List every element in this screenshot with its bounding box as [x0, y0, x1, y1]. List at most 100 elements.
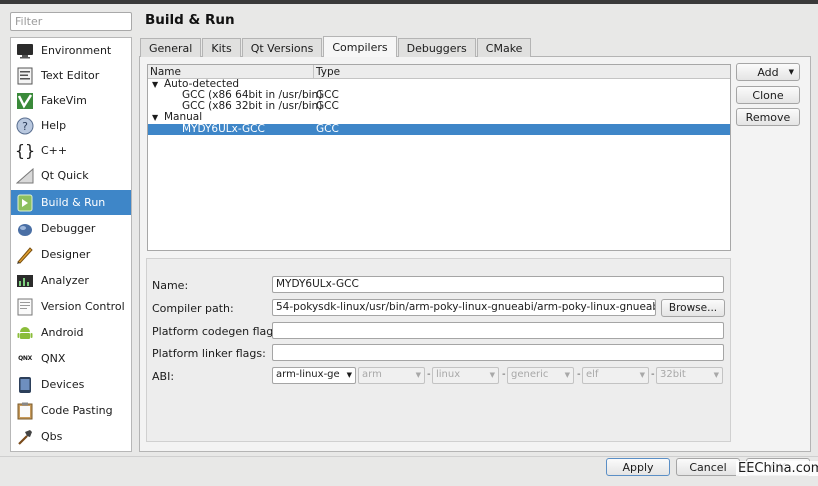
sidebar-item-designer[interactable]: Designer: [11, 242, 131, 267]
android-icon: [15, 323, 35, 343]
abi-separator: -: [577, 369, 581, 380]
sidebar-item-version-control[interactable]: Version Control: [11, 294, 131, 319]
sidebar-item-label: Code Pasting: [41, 404, 113, 417]
column-header-type[interactable]: Type: [316, 66, 340, 78]
collapse-arrow-icon[interactable]: ▼: [152, 112, 164, 123]
abi-os-select[interactable]: linux ▼: [432, 367, 499, 384]
tab-qt-versions[interactable]: Qt Versions: [241, 38, 323, 57]
abi-os-value: linux: [436, 369, 461, 380]
sidebar-item-cpp[interactable]: {} C++: [11, 138, 131, 163]
braces-icon: {}: [14, 141, 36, 160]
column-separator: [313, 65, 314, 79]
qt-quick-icon: [15, 166, 35, 186]
monitor-icon: [15, 41, 35, 61]
tree-row-selected[interactable]: MYDY6ULx-GCC GCC: [148, 124, 730, 135]
abi-separator: -: [427, 369, 431, 380]
sidebar-item-label: Debugger: [41, 222, 96, 235]
compiler-type: GCC: [316, 123, 339, 135]
sidebar-item-qt-quick[interactable]: Qt Quick: [11, 163, 131, 188]
abi-arch-value: arm: [362, 369, 382, 380]
help-icon: ?: [15, 116, 35, 136]
sidebar-item-environment[interactable]: Environment: [11, 38, 131, 63]
abi-format-select[interactable]: elf ▼: [582, 367, 649, 384]
fakevim-icon: [15, 91, 35, 111]
designer-icon: [15, 245, 35, 265]
add-button[interactable]: Add ▼: [736, 63, 800, 81]
sidebar-item-label: Analyzer: [41, 274, 89, 287]
sidebar-item-label: Designer: [41, 248, 91, 261]
abi-select-value: arm-linux-ge: [276, 369, 340, 380]
tree-group-manual[interactable]: ▼ Manual: [148, 112, 730, 123]
dropdown-arrow-icon: ▼: [713, 371, 719, 379]
clone-button[interactable]: Clone: [736, 86, 800, 104]
abi-format-value: elf: [586, 369, 599, 380]
version-control-icon: [15, 297, 35, 317]
sidebar: Environment Text Editor FakeVim ? Help {…: [10, 37, 132, 452]
tree-row[interactable]: GCC (x86 32bit in /usr/bin) GCC: [148, 101, 730, 112]
analyzer-icon: [15, 271, 35, 291]
sidebar-item-fakevim[interactable]: FakeVim: [11, 88, 131, 113]
group-label: Manual: [164, 111, 203, 123]
dropdown-arrow-icon: ▼: [489, 371, 495, 379]
dropdown-arrow-icon: ▼: [346, 371, 352, 379]
tab-compilers[interactable]: Compilers: [323, 36, 397, 57]
column-header-name[interactable]: Name: [150, 66, 181, 78]
footer-divider: [0, 456, 818, 457]
devices-icon: [15, 375, 35, 395]
abi-separator: -: [651, 369, 655, 380]
name-input[interactable]: MYDY6ULx-GCC: [272, 276, 724, 293]
add-button-label: Add: [757, 65, 779, 79]
sidebar-item-label: QNX: [41, 352, 66, 365]
compiler-path-input[interactable]: 54-pokysdk-linux/usr/bin/arm-poky-linux-…: [272, 299, 656, 316]
platform-codegen-flags-label: Platform codegen flags:: [152, 325, 283, 338]
dropdown-arrow-icon: ▼: [415, 371, 421, 379]
sidebar-item-label: C++: [41, 144, 68, 157]
dropdown-arrow-icon: ▼: [639, 371, 645, 379]
platform-linker-flags-label: Platform linker flags:: [152, 347, 266, 360]
apply-button[interactable]: Apply: [606, 458, 670, 476]
svg-text:?: ?: [22, 120, 28, 133]
sidebar-item-code-pasting[interactable]: Code Pasting: [11, 398, 131, 423]
tab-kits[interactable]: Kits: [202, 38, 241, 57]
collapse-arrow-icon[interactable]: ▼: [152, 79, 164, 90]
dropdown-arrow-icon: ▼: [564, 371, 570, 379]
abi-arch-select[interactable]: arm ▼: [358, 367, 425, 384]
abi-select[interactable]: arm-linux-ge ▼: [272, 367, 356, 384]
sidebar-item-qbs[interactable]: Qbs: [11, 424, 131, 449]
sidebar-item-android[interactable]: Android: [11, 320, 131, 345]
sidebar-item-text-editor[interactable]: Text Editor: [11, 63, 131, 88]
abi-width-select[interactable]: 32bit ▼: [656, 367, 723, 384]
tab-cmake[interactable]: CMake: [476, 38, 532, 57]
debugger-icon: [15, 219, 35, 239]
tab-general[interactable]: General: [140, 38, 202, 57]
cancel-button[interactable]: Cancel: [676, 458, 740, 476]
abi-flavor-select[interactable]: generic ▼: [507, 367, 574, 384]
sidebar-item-build-run[interactable]: Build & Run: [11, 190, 131, 215]
platform-codegen-flags-input[interactable]: [272, 322, 724, 339]
sidebar-item-devices[interactable]: Devices: [11, 372, 131, 397]
sidebar-item-analyzer[interactable]: Analyzer: [11, 268, 131, 293]
name-label: Name:: [152, 279, 189, 292]
sidebar-item-qnx[interactable]: QNX QNX: [11, 346, 131, 371]
sidebar-item-debugger[interactable]: Debugger: [11, 216, 131, 241]
sidebar-item-label: Build & Run: [41, 196, 106, 209]
browse-button[interactable]: Browse...: [661, 299, 725, 317]
platform-linker-flags-input[interactable]: [272, 344, 724, 361]
sidebar-item-label: Text Editor: [41, 69, 100, 82]
tree-header: Name Type: [148, 65, 730, 79]
text-editor-icon: [15, 66, 35, 86]
tab-bar: General Kits Qt Versions Compilers Debug…: [140, 36, 532, 57]
sidebar-item-label: Qbs: [41, 430, 63, 443]
sidebar-item-label: Version Control: [41, 300, 125, 313]
code-pasting-icon: [15, 401, 35, 421]
qbs-icon: [15, 427, 35, 447]
qnx-icon: QNX: [18, 355, 32, 362]
filter-input[interactable]: Filter: [10, 12, 132, 31]
compiler-tree[interactable]: Name Type ▼ Auto-detected GCC (x86 64bit …: [147, 64, 731, 251]
window-top-bar: [0, 0, 818, 4]
tab-debuggers[interactable]: Debuggers: [397, 38, 476, 57]
sidebar-item-help[interactable]: ? Help: [11, 113, 131, 138]
remove-button[interactable]: Remove: [736, 108, 800, 126]
page-title: Build & Run: [145, 12, 235, 28]
sidebar-item-label: Devices: [41, 378, 85, 391]
